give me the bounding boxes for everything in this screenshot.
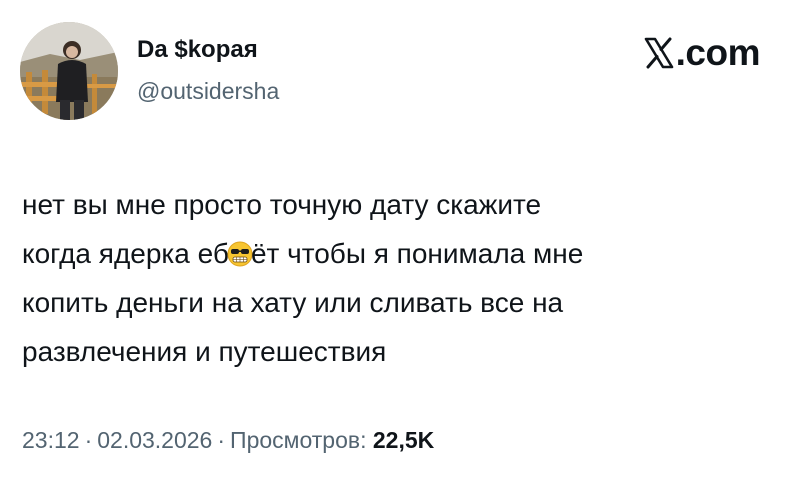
tweet-line: развлечения и путешествия [22, 336, 387, 367]
tweet-line-part: когда ядерка еб [22, 238, 229, 269]
brand-text: .com [675, 32, 761, 73]
tweet-line: копить деньги на хату или сливать все на [22, 287, 564, 318]
x-logo-icon [644, 37, 674, 69]
views-count[interactable]: 22,5K [373, 427, 434, 453]
profile-photo-icon [20, 22, 118, 120]
author-handle[interactable]: @outsidersha [137, 77, 279, 105]
tweet-line-part: ёт чтобы я понимала мне [250, 238, 584, 269]
grimacing-sunglasses-emoji-icon [227, 233, 253, 267]
tweet-line: когда ядерка еб ёт чтобы я понимала мне [22, 229, 782, 278]
tweet-card: Da $kopaя @outsidersha .com нет вы мне п… [0, 0, 800, 488]
tweet-time[interactable]: 23:12 [22, 427, 80, 453]
tweet-text: нет вы мне просто точную дату скажите ко… [22, 180, 782, 376]
brand-watermark: .com [644, 32, 761, 74]
author-display-name[interactable]: Da $kopaя [137, 35, 258, 65]
avatar[interactable] [20, 22, 118, 120]
tweet-line: нет вы мне просто точную дату скажите [22, 189, 542, 220]
views-label: Просмотров: [230, 427, 367, 453]
meta-separator: · [84, 427, 93, 453]
tweet-meta: 23:12 · 02.03.2026 · Просмотров: 22,5K [22, 425, 434, 455]
tweet-date[interactable]: 02.03.2026 [97, 427, 212, 453]
meta-separator: · [217, 427, 226, 453]
